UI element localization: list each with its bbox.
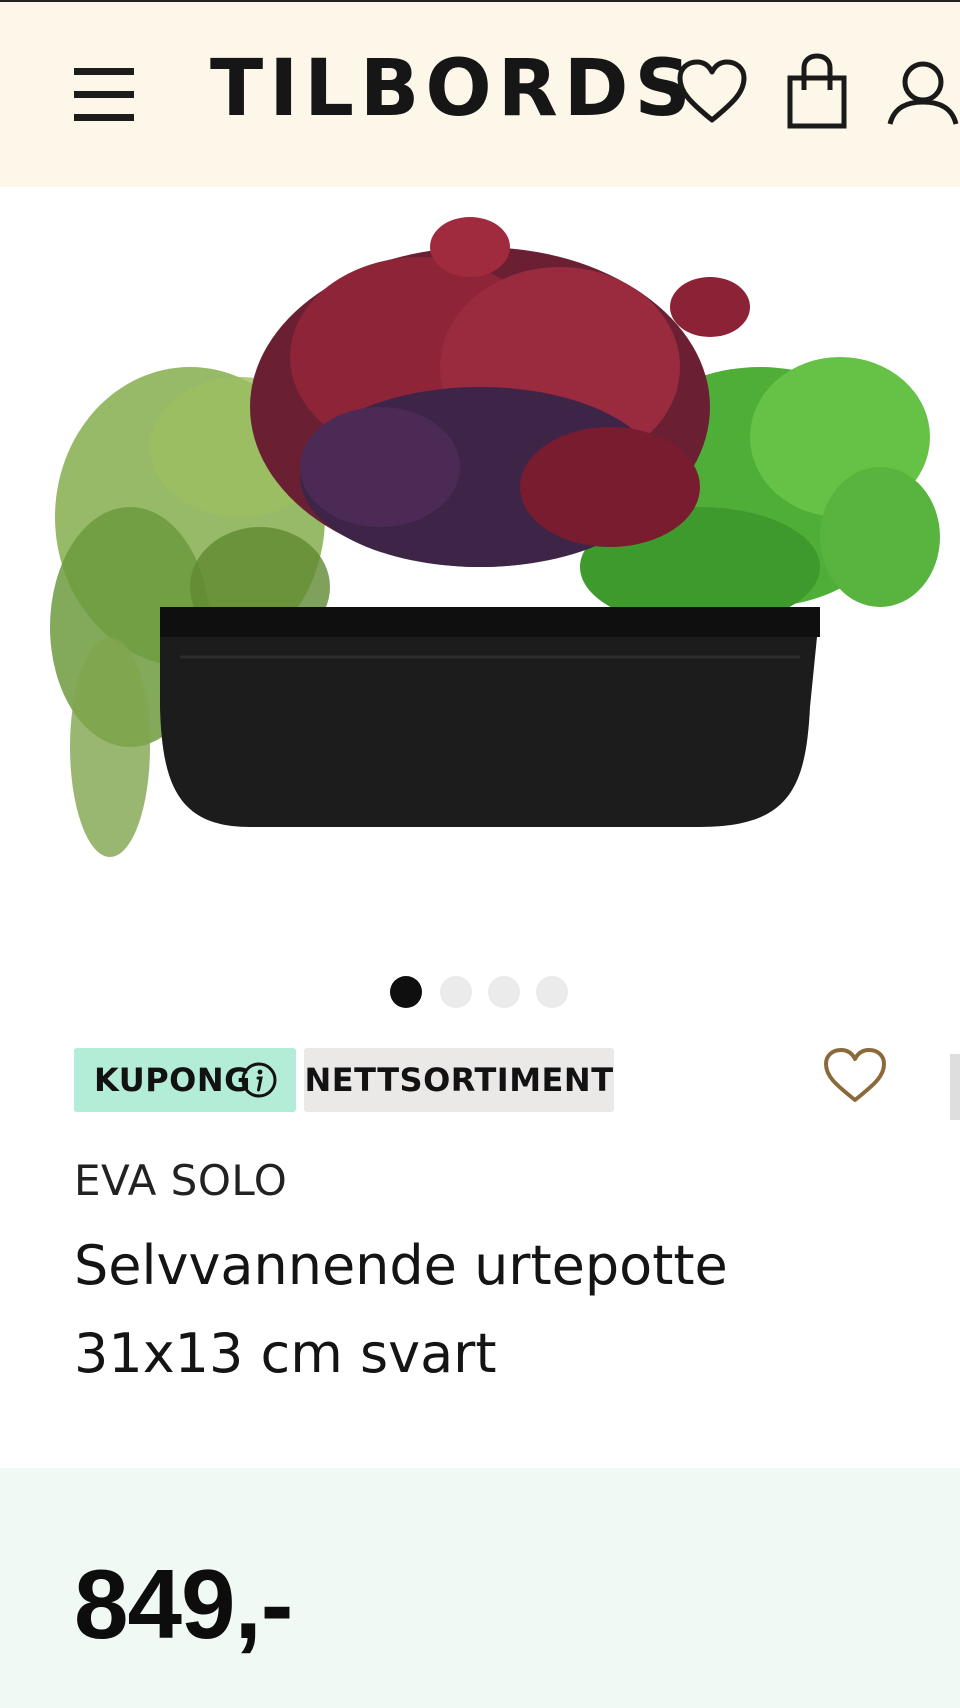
product-image[interactable] (0, 187, 960, 947)
scroll-edge-indicator (950, 1054, 960, 1120)
carousel-dot-3[interactable] (488, 976, 520, 1008)
info-icon[interactable] (240, 1061, 278, 1099)
carousel-dot-1[interactable] (390, 976, 422, 1008)
product-price: 849,- (74, 1549, 293, 1659)
site-logo[interactable]: TILBORDS (210, 44, 697, 134)
menu-icon[interactable] (74, 66, 136, 122)
shopping-bag-icon[interactable] (786, 52, 848, 130)
add-to-favorites-heart-icon[interactable] (822, 1046, 888, 1106)
coupon-badge-label: KUPONG (94, 1061, 251, 1099)
image-carousel-dots (0, 976, 960, 1010)
product-brand[interactable]: EVA SOLO (74, 1156, 287, 1205)
carousel-dot-4[interactable] (536, 976, 568, 1008)
wishlist-heart-icon[interactable] (676, 58, 748, 126)
black-planter (160, 607, 820, 827)
carousel-dot-2[interactable] (440, 976, 472, 1008)
coupon-badge[interactable]: KUPONG (74, 1048, 296, 1112)
sorrel-foliage (250, 217, 750, 567)
user-account-icon[interactable] (886, 58, 960, 128)
product-title: Selvvannende urtepotte 31x13 cm svart (74, 1234, 728, 1385)
price-panel: 849,- (0, 1468, 960, 1708)
online-only-badge: NETTSORTIMENT (304, 1048, 614, 1112)
site-header: TILBORDS (0, 0, 960, 187)
